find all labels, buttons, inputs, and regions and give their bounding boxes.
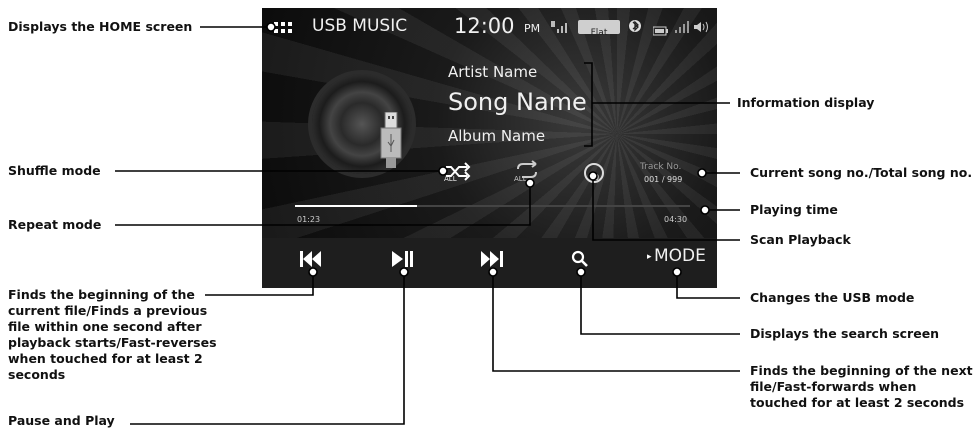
callout-next-line: touched for at least 2 seconds <box>750 395 965 410</box>
callout-shuffle: Shuffle mode <box>8 163 101 178</box>
callout-prev: Finds the beginning of the current file/… <box>8 287 217 383</box>
callout-next-line: file/Fast-forwards when <box>750 379 917 394</box>
callout-info: Information display <box>737 95 875 110</box>
callout-playing-time: Playing time <box>750 202 838 217</box>
callout-prev-line: seconds <box>8 367 66 382</box>
callout-prev-line: playback starts/Fast-reverses <box>8 335 217 350</box>
callout-track-no: Current song no./Total song no. <box>750 165 973 180</box>
callout-pause: Pause and Play <box>8 413 115 428</box>
callout-prev-line: when touched for at least 2 <box>8 351 203 366</box>
callout-repeat: Repeat mode <box>8 217 102 232</box>
callout-scan: Scan Playback <box>750 232 851 247</box>
callout-prev-line: current file/Finds a previous <box>8 303 208 318</box>
callout-prev-line: Finds the beginning of the <box>8 287 195 302</box>
callout-prev-line: file within one second after <box>8 319 202 334</box>
callout-next-line: Finds the beginning of the next <box>750 363 973 378</box>
callout-search: Displays the search screen <box>750 326 940 341</box>
callout-home: Displays the HOME screen <box>8 19 193 34</box>
callout-next: Finds the beginning of the next file/Fas… <box>750 363 973 411</box>
callout-usb-mode: Changes the USB mode <box>750 290 915 305</box>
